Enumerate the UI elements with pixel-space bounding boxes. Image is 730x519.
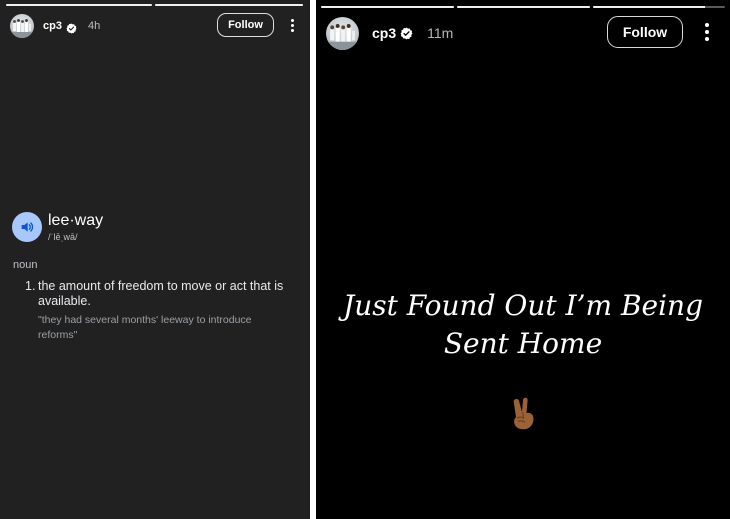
username[interactable]: cp3 bbox=[372, 25, 396, 41]
definition-number: 1. bbox=[25, 279, 36, 293]
post-time: 4h bbox=[87, 20, 101, 32]
dictionary-word: lee·way bbox=[48, 212, 104, 229]
story-header: cp3 4h bbox=[10, 14, 100, 38]
story-right[interactable]: cp3 11m Follow Just Found Out I’m Being … bbox=[316, 0, 730, 519]
verified-badge-icon bbox=[400, 27, 413, 40]
progress-segment bbox=[593, 6, 725, 8]
progress-segment bbox=[321, 6, 454, 8]
username[interactable]: cp3 bbox=[43, 20, 62, 32]
story-progress bbox=[321, 6, 725, 8]
follow-button[interactable]: Follow bbox=[607, 16, 683, 48]
speaker-icon bbox=[21, 222, 34, 232]
progress-segment bbox=[155, 4, 303, 6]
definition-text: the amount of freedom to move or act tha… bbox=[38, 279, 284, 308]
story-text-line: Just Found Out I’m Being bbox=[342, 289, 704, 322]
avatar[interactable] bbox=[10, 14, 34, 38]
more-options-icon[interactable] bbox=[699, 21, 715, 43]
story-header: cp3 11m bbox=[326, 16, 453, 50]
story-left[interactable]: cp3 4h Follow lee·way /ˈlēˌwā/ noun 1. t bbox=[0, 0, 310, 519]
avatar[interactable] bbox=[326, 16, 359, 50]
pronunciation-speaker-button[interactable] bbox=[12, 212, 42, 242]
progress-segment bbox=[6, 4, 152, 6]
victory-hand-icon bbox=[509, 397, 539, 431]
more-options-icon[interactable] bbox=[284, 16, 300, 34]
story-text-line: Sent Home bbox=[443, 327, 603, 360]
progress-segment bbox=[457, 6, 590, 8]
post-time: 11m bbox=[427, 25, 454, 41]
story-text: Just Found Out I’m Being Sent Home bbox=[316, 287, 730, 363]
story-progress bbox=[6, 4, 303, 6]
stories-screenshot: cp3 4h Follow lee·way /ˈlēˌwā/ noun 1. t bbox=[0, 0, 730, 519]
definition-example: "they had several months' leeway to intr… bbox=[38, 314, 252, 341]
follow-button[interactable]: Follow bbox=[217, 13, 274, 37]
part-of-speech: noun bbox=[13, 259, 38, 271]
dictionary-phonetic: /ˈlēˌwā/ bbox=[48, 232, 78, 242]
verified-badge-icon bbox=[66, 21, 77, 34]
